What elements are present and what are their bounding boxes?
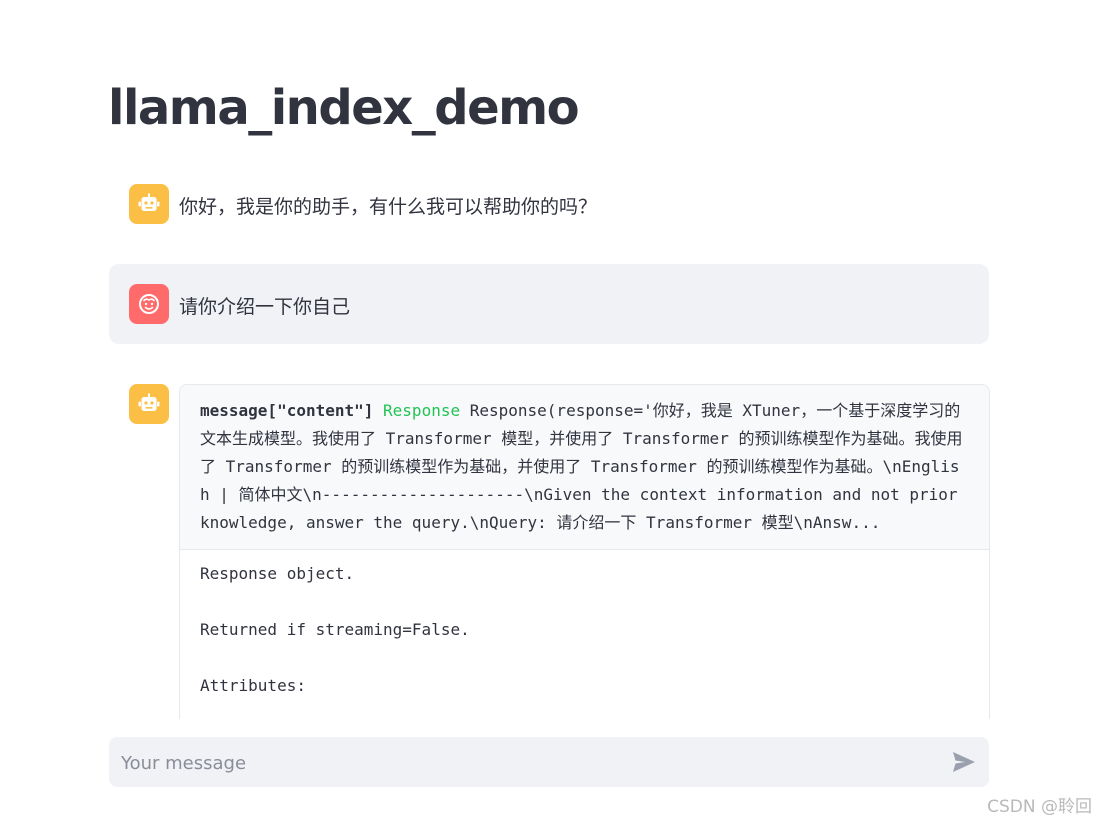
user-message: 请你介绍一下你自己 [179, 296, 351, 318]
assistant-avatar [129, 184, 169, 224]
doc-line: Response object. [200, 564, 355, 583]
assistant-message: 你好，我是你的助手，有什么我可以帮助你的吗？ [179, 196, 598, 218]
user-avatar [129, 284, 169, 324]
assistant-avatar [129, 384, 169, 424]
smiley-face-icon [139, 294, 159, 314]
doc-line: Attributes: [200, 676, 306, 695]
response-expander-header[interactable]: message["content"] Response Response(res… [180, 385, 989, 550]
robot-icon [138, 193, 160, 211]
send-button[interactable] [951, 750, 977, 774]
response-docstring: Response object. Returned if streaming=F… [180, 550, 989, 710]
response-summary: Response(response='你好，我是 XTuner，一个基于深度学习… [200, 401, 963, 532]
send-icon [953, 752, 975, 772]
response-object-expander[interactable]: message["content"] Response Response(res… [179, 384, 990, 719]
watermark: CSDN @聆回 [987, 797, 1092, 817]
chat-input-bar [109, 737, 989, 789]
response-key: message["content"] [200, 401, 374, 420]
doc-line [200, 588, 969, 616]
response-type: Response [383, 401, 461, 420]
message-input[interactable] [119, 737, 923, 789]
robot-icon [138, 393, 160, 411]
page-title: llama_index_demo [108, 80, 580, 136]
doc-line: Returned if streaming=False. [200, 620, 470, 639]
doc-line [200, 644, 969, 672]
